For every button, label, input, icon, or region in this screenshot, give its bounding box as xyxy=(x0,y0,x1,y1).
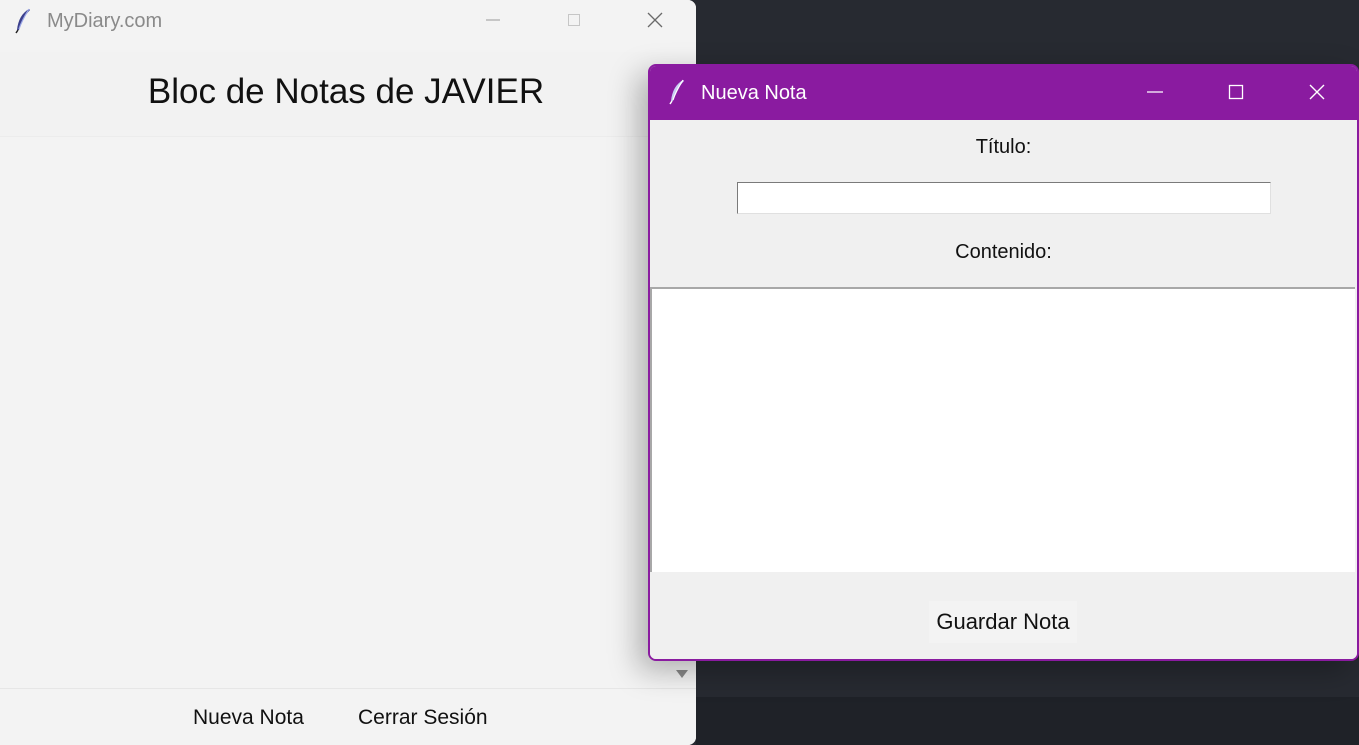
feather-icon xyxy=(14,8,34,34)
dialog-maximize-button[interactable] xyxy=(1213,76,1259,108)
new-note-button[interactable]: Nueva Nota xyxy=(193,706,304,730)
scroll-down-button[interactable] xyxy=(669,660,695,688)
save-note-button[interactable]: Guardar Nota xyxy=(929,601,1077,643)
minimize-icon xyxy=(1147,91,1163,93)
dialog-titlebar[interactable]: Nueva Nota xyxy=(650,66,1357,120)
dialog-body: Título: Contenido: Guardar Nota xyxy=(650,120,1357,659)
content-field-label: Contenido: xyxy=(955,241,1052,263)
feather-icon xyxy=(668,79,688,105)
title-input[interactable] xyxy=(737,182,1271,214)
close-icon xyxy=(1309,84,1325,100)
dialog-close-button[interactable] xyxy=(1294,76,1340,108)
close-button[interactable] xyxy=(632,4,678,36)
maximize-icon xyxy=(1228,84,1244,100)
new-note-dialog: Nueva Nota Título: Contenido: Guardar No… xyxy=(648,64,1359,661)
window-title: MyDiary.com xyxy=(47,10,163,32)
minimize-icon xyxy=(486,19,500,21)
footer-bar: Nueva Nota Cerrar Sesión xyxy=(0,688,696,745)
page-title: Bloc de Notas de JAVIER xyxy=(147,72,545,111)
logout-button[interactable]: Cerrar Sesión xyxy=(358,706,488,730)
triangle-down-icon xyxy=(676,670,688,678)
dialog-minimize-button[interactable] xyxy=(1132,76,1178,108)
title-field-label: Título: xyxy=(975,136,1032,158)
maximize-icon xyxy=(568,14,580,26)
desktop-taskbar-area xyxy=(696,697,1359,745)
main-window: MyDiary.com Bloc de Notas de JAVIER Nuev… xyxy=(0,0,696,745)
page-header: Bloc de Notas de JAVIER xyxy=(0,52,696,137)
content-textarea[interactable] xyxy=(650,287,1355,572)
dialog-title: Nueva Nota xyxy=(701,82,807,104)
close-icon xyxy=(647,12,663,28)
minimize-button[interactable] xyxy=(470,4,516,36)
main-titlebar[interactable]: MyDiary.com xyxy=(0,0,696,44)
notes-list[interactable] xyxy=(0,137,668,686)
maximize-button[interactable] xyxy=(551,4,597,36)
